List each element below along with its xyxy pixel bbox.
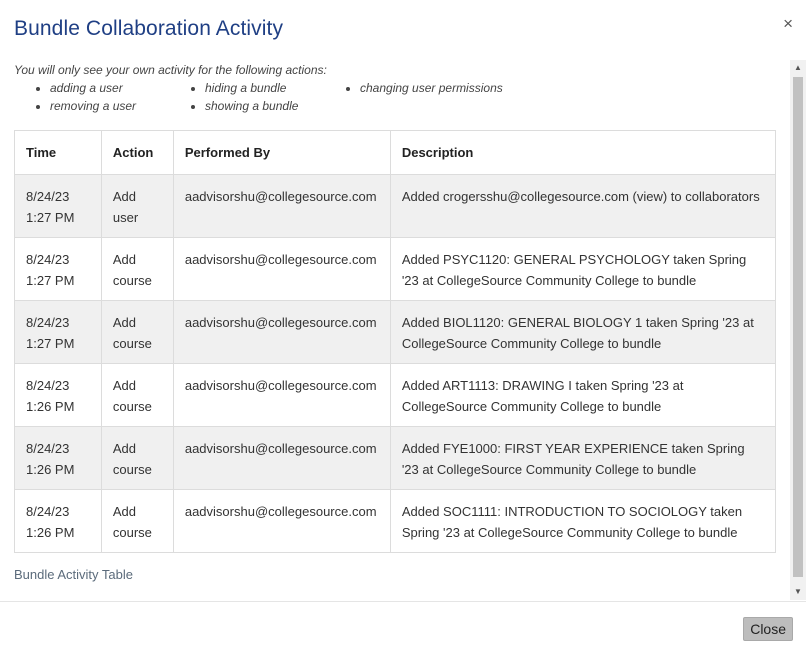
column-header-action: Action (100, 130, 174, 175)
cell-description: Added SOC1111: INTRODUCTION TO SOCIOLOGY… (389, 489, 777, 553)
cell-time: 8/24/23 1:27 PM (14, 300, 102, 364)
table-row: 8/24/23 1:26 PM Add course aadvisorshu@col… (14, 363, 777, 427)
column-header-time: Time (14, 130, 102, 175)
cell-performed-by: aadvisorshu@collegesource.com (172, 300, 391, 364)
cell-description: Added ART1113: DRAWING I taken Spring '2… (389, 363, 777, 427)
cell-description: Added FYE1000: FIRST YEAR EXPERIENCE tak… (389, 426, 777, 490)
cell-time: 8/24/23 1:26 PM (14, 489, 102, 553)
notice-item: changing user permissions (338, 81, 503, 95)
cell-time: 8/24/23 1:27 PM (14, 237, 102, 301)
table-row: 8/24/23 1:26 PM Add course aadvisorshu@col… (14, 426, 777, 490)
cell-description: Added PSYC1120: GENERAL PSYCHOLOGY taken… (389, 237, 777, 301)
table-caption: Bundle Activity Table (14, 567, 133, 582)
modal-footer: Close (0, 601, 806, 652)
table-row: 8/24/23 1:27 PM Add user aadvisorshu@colle… (14, 174, 777, 238)
cell-performed-by: aadvisorshu@collegesource.com (172, 489, 391, 553)
table-row: 8/24/23 1:26 PM Add course aadvisorshu@col… (14, 489, 777, 553)
table-row: 8/24/23 1:27 PM Add course aadvisorshu@col… (14, 300, 777, 364)
column-header-description: Description (389, 130, 777, 175)
notice-item: showing a bundle (183, 99, 298, 113)
cell-performed-by: aadvisorshu@collegesource.com (172, 426, 391, 490)
cell-description: Added BIOL1120: GENERAL BIOLOGY 1 taken … (389, 300, 777, 364)
modal-body: You will only see your own activity for … (0, 60, 790, 600)
activity-table: Time Action Performed By Description 8/2… (14, 130, 777, 553)
activity-notice: You will only see your own activity for … (14, 63, 327, 77)
cell-time: 8/24/23 1:26 PM (14, 426, 102, 490)
notice-item: hiding a bundle (183, 81, 286, 95)
column-header-performed-by: Performed By (172, 130, 391, 175)
cell-performed-by: aadvisorshu@collegesource.com (172, 174, 391, 238)
notice-item: adding a user (28, 81, 123, 95)
modal-title: Bundle Collaboration Activity (14, 17, 284, 40)
cell-action: Add course (100, 300, 174, 364)
notice-list: adding a user hiding a bundle changing u… (14, 81, 614, 121)
scroll-down-icon[interactable]: ▼ (790, 584, 806, 600)
scrollbar[interactable]: ▲ ▼ (790, 60, 806, 600)
cell-action: Add user (100, 174, 174, 238)
table-header-row: Time Action Performed By Description (14, 130, 777, 175)
cell-time: 8/24/23 1:26 PM (14, 363, 102, 427)
cell-action: Add course (100, 426, 174, 490)
close-button[interactable]: Close (743, 617, 793, 641)
cell-action: Add course (100, 237, 174, 301)
cell-time: 8/24/23 1:27 PM (14, 174, 102, 238)
scroll-up-icon[interactable]: ▲ (790, 60, 806, 76)
scroll-thumb[interactable] (793, 77, 803, 577)
notice-item: removing a user (28, 99, 136, 113)
table-row: 8/24/23 1:27 PM Add course aadvisorshu@col… (14, 237, 777, 301)
cell-performed-by: aadvisorshu@collegesource.com (172, 363, 391, 427)
cell-description: Added crogersshu@collegesource.com (view… (389, 174, 777, 238)
close-icon[interactable]: × (783, 15, 793, 32)
cell-performed-by: aadvisorshu@collegesource.com (172, 237, 391, 301)
cell-action: Add course (100, 489, 174, 553)
cell-action: Add course (100, 363, 174, 427)
